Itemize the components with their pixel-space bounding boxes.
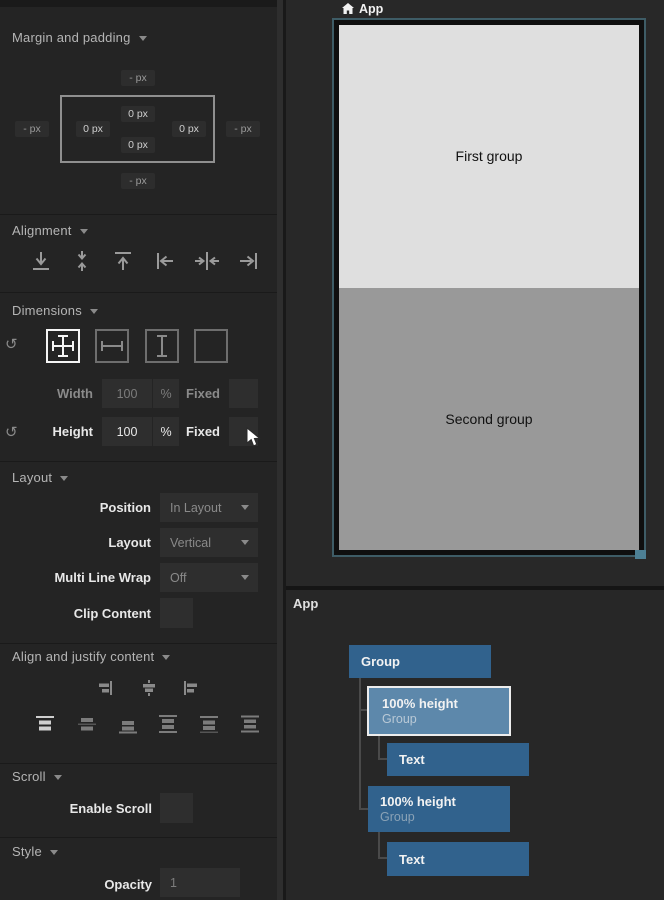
mouse-cursor (246, 427, 263, 449)
layer-tree-panel: App Group 100% height Group Text 100% he… (286, 590, 664, 900)
section-dimensions[interactable]: Dimensions (12, 303, 98, 318)
enable-scroll-label: Enable Scroll (40, 801, 152, 816)
tree-node-text-1[interactable]: Text (387, 743, 529, 776)
section-style[interactable]: Style (12, 844, 58, 859)
tree-connector (378, 736, 380, 760)
breadcrumb-app-label: App (359, 2, 383, 16)
tree-connector (359, 808, 368, 810)
fixed-height-icon (149, 333, 175, 359)
position-label: Position (40, 500, 151, 515)
fixed-width-icon (99, 333, 125, 359)
width-fixed-label: Fixed (160, 386, 220, 401)
size-mode-fill-both-button[interactable] (46, 329, 80, 363)
chevron-down-icon (241, 540, 249, 545)
clip-content-checkbox[interactable] (160, 598, 193, 628)
size-mode-none-button[interactable] (194, 329, 228, 363)
second-group[interactable]: Second group (339, 288, 639, 551)
section-margin-padding[interactable]: Margin and padding (12, 30, 147, 45)
resize-handle[interactable] (635, 550, 646, 559)
align-top-icon[interactable] (110, 248, 136, 274)
justify-content-space-around-icon[interactable] (198, 713, 220, 735)
chevron-down-icon (241, 575, 249, 580)
chevron-down-icon (60, 476, 68, 481)
height-input[interactable]: 100 (102, 417, 152, 446)
align-right-icon[interactable] (236, 248, 262, 274)
fill-both-icon (50, 333, 76, 359)
layout-label: Layout (40, 535, 151, 550)
tree-connector (378, 857, 387, 859)
reset-dimensions-icon[interactable]: ↺ (5, 335, 18, 353)
align-bottom-icon[interactable] (28, 248, 54, 274)
design-canvas[interactable]: App First group Second group (286, 0, 664, 588)
opacity-input[interactable]: 1 (160, 868, 240, 897)
width-label: Width (20, 386, 93, 401)
section-alignment[interactable]: Alignment (12, 223, 88, 238)
justify-content-center-icon[interactable] (76, 713, 98, 735)
second-group-label: Second group (445, 411, 532, 427)
app-frame-content: First group Second group (339, 25, 639, 550)
width-input[interactable]: 100 (102, 379, 152, 408)
sidebar-scrollbar-track[interactable] (277, 0, 286, 900)
section-scroll[interactable]: Scroll (12, 769, 62, 784)
tree-connector (359, 678, 361, 810)
align-vertical-center-icon[interactable] (69, 248, 95, 274)
margin-bottom-input[interactable]: - px (121, 173, 155, 189)
justify-items-end-icon[interactable] (95, 678, 115, 698)
tree-node-100-height-group-2[interactable]: 100% height Group (368, 786, 510, 832)
align-horizontal-center-icon[interactable] (193, 248, 221, 274)
properties-sidebar: Margin and padding - px - px - px - px 0… (0, 0, 277, 900)
sidebar-scrollbar-thumb[interactable] (277, 0, 283, 900)
app-window: Margin and padding - px - px - px - px 0… (0, 0, 664, 900)
align-left-icon[interactable] (152, 248, 178, 274)
width-fixed-checkbox[interactable] (229, 379, 258, 408)
breadcrumb[interactable]: App (342, 1, 383, 17)
tree-connector (359, 709, 367, 711)
justify-content-end-icon[interactable] (117, 713, 139, 735)
opacity-label: Opacity (40, 877, 152, 892)
size-mode-height-button[interactable] (145, 329, 179, 363)
chevron-down-icon (54, 775, 62, 780)
chevron-down-icon (162, 655, 170, 660)
tree-node-100-height-group-selected[interactable]: 100% height Group (367, 686, 511, 736)
justify-content-space-evenly-icon[interactable] (239, 713, 261, 735)
justify-content-start-icon[interactable] (34, 713, 56, 735)
reset-height-icon[interactable]: ↺ (5, 423, 18, 441)
chevron-down-icon (139, 36, 147, 41)
size-mode-width-button[interactable] (95, 329, 129, 363)
margin-top-input[interactable]: - px (121, 70, 155, 86)
margin-right-input[interactable]: - px (226, 121, 260, 137)
padding-left-input[interactable]: 0 px (76, 121, 110, 137)
sidebar-top-strip (0, 0, 277, 7)
enable-scroll-checkbox[interactable] (160, 793, 193, 823)
first-group[interactable]: First group (339, 25, 639, 288)
multi-line-wrap-label: Multi Line Wrap (30, 570, 151, 585)
multi-line-wrap-dropdown[interactable]: Off (160, 563, 258, 592)
tree-node-text-2[interactable]: Text (387, 842, 529, 876)
height-fixed-label: Fixed (160, 424, 220, 439)
padding-top-input[interactable]: 0 px (121, 106, 155, 122)
margin-left-input[interactable]: - px (15, 121, 49, 137)
position-dropdown[interactable]: In Layout (160, 493, 258, 522)
chevron-down-icon (90, 309, 98, 314)
layout-dropdown[interactable]: Vertical (160, 528, 258, 557)
tree-node-group[interactable]: Group (349, 645, 491, 678)
tree-connector (378, 758, 387, 760)
chevron-down-icon (80, 229, 88, 234)
justify-content-space-between-icon[interactable] (157, 713, 179, 735)
padding-right-input[interactable]: 0 px (172, 121, 206, 137)
justify-items-center-icon[interactable] (139, 678, 159, 698)
clip-content-label: Clip Content (40, 606, 151, 621)
first-group-label: First group (456, 148, 523, 164)
tree-root-label: App (293, 596, 318, 611)
home-icon (342, 3, 354, 15)
tree-connector (378, 832, 380, 859)
justify-items-start-icon[interactable] (181, 678, 201, 698)
app-frame[interactable]: First group Second group (332, 18, 646, 557)
padding-bottom-input[interactable]: 0 px (121, 137, 155, 153)
section-layout[interactable]: Layout (12, 470, 68, 485)
chevron-down-icon (50, 850, 58, 855)
chevron-down-icon (241, 505, 249, 510)
section-align-justify[interactable]: Align and justify content (12, 649, 170, 664)
height-label: Height (20, 424, 93, 439)
